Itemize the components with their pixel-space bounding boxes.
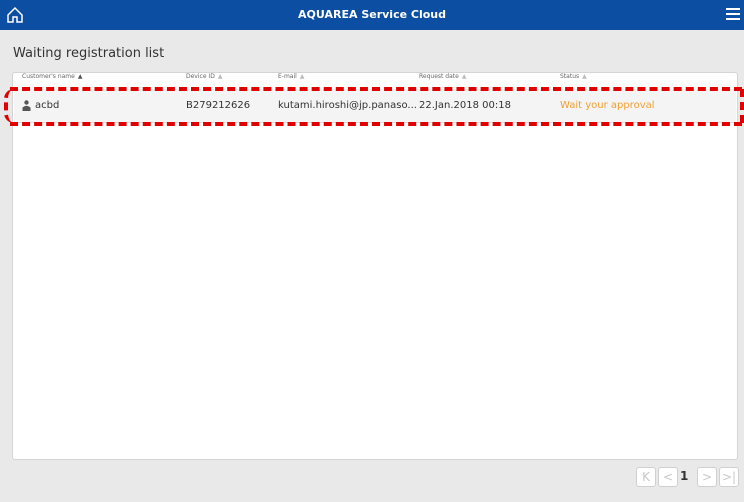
highlight-left — [4, 89, 14, 123]
sort-icon[interactable]: ▲ — [78, 73, 83, 80]
email: kutami.hiroshi@jp.panaso... — [278, 100, 417, 111]
sort-icon[interactable]: ▲ — [582, 73, 587, 80]
last-page-button[interactable]: >| — [719, 467, 739, 487]
customer-name[interactable]: acbd — [35, 100, 59, 111]
app-title: AQUAREA Service Cloud — [298, 8, 446, 21]
request-date: 22.Jan.2018 00:18 — [419, 100, 511, 111]
highlight-bottom — [10, 122, 742, 126]
sort-icon[interactable]: ▲ — [300, 73, 305, 80]
top-bar: AQUAREA Service Cloud — [0, 0, 744, 30]
column-header-status[interactable]: Status ▲ — [560, 73, 587, 80]
table-panel — [12, 72, 738, 460]
sort-icon[interactable]: ▲ — [462, 73, 467, 80]
hamburger-menu-icon[interactable] — [726, 8, 740, 20]
next-page-button[interactable]: > — [697, 467, 717, 487]
highlight-right — [738, 89, 744, 123]
prev-page-button[interactable]: < — [658, 467, 678, 487]
first-page-button[interactable]: K — [636, 467, 656, 487]
device-id: B279212626 — [186, 100, 251, 111]
status-badge: Wait your approval — [560, 100, 655, 111]
person-icon — [22, 100, 31, 111]
column-header-customer[interactable]: Customer's name ▲ — [22, 73, 82, 80]
page-title: Waiting registration list — [13, 46, 165, 61]
highlight-top — [10, 87, 742, 91]
column-header-email[interactable]: E-mail ▲ — [278, 73, 304, 80]
column-header-device-id[interactable]: Device ID ▲ — [186, 73, 222, 80]
current-page-number: 1 — [680, 469, 689, 483]
sort-icon[interactable]: ▲ — [218, 73, 223, 80]
column-header-request-date[interactable]: Request date ▲ — [419, 73, 466, 80]
